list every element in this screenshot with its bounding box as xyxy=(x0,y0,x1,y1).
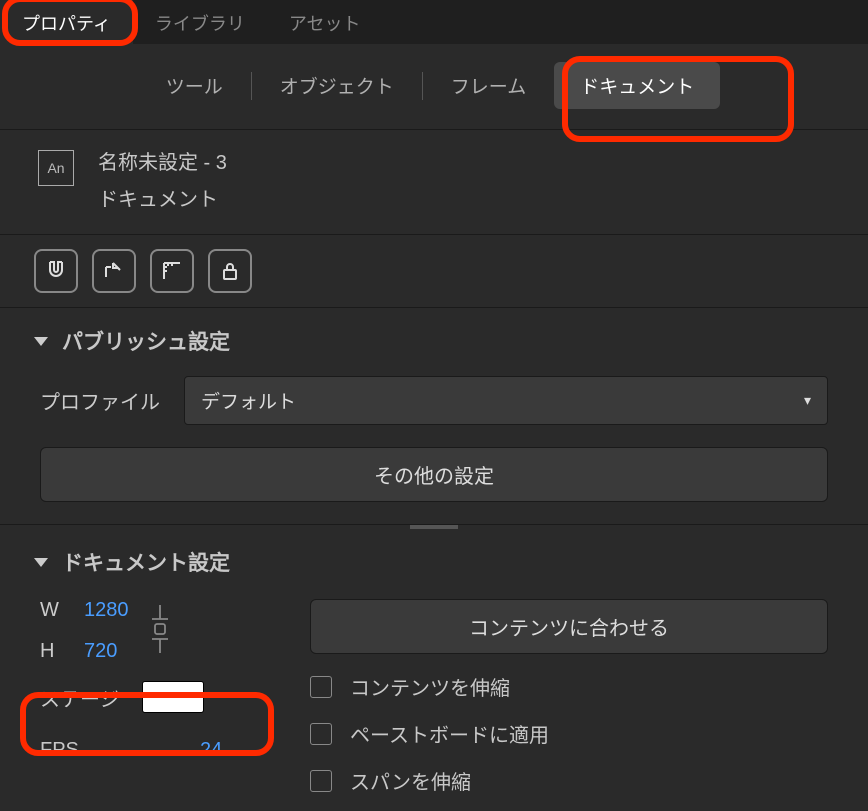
doc-settings-title: ドキュメント設定 xyxy=(62,547,230,577)
subtab-document[interactable]: ドキュメント xyxy=(554,62,720,109)
subtab-object[interactable]: オブジェクト xyxy=(262,64,412,107)
subtab-frame[interactable]: フレーム xyxy=(433,64,544,107)
chevron-down-icon xyxy=(34,558,48,567)
apply-pasteboard-label: ペーストボードに適用 xyxy=(350,719,549,748)
link-dimensions-button[interactable] xyxy=(146,601,174,662)
height-label: H xyxy=(40,640,64,663)
tab-assets[interactable]: アセット xyxy=(267,0,383,44)
apply-pasteboard-checkbox[interactable] xyxy=(310,723,332,745)
stage-label: ステージ xyxy=(40,683,120,712)
profile-select[interactable]: デフォルト ▾ xyxy=(184,376,828,425)
document-info: An 名称未設定 - 3 ドキュメント xyxy=(0,130,868,235)
edit-multiple-frames-button[interactable] xyxy=(92,249,136,293)
scale-span-label: スパンを伸縮 xyxy=(350,766,471,795)
tab-properties[interactable]: プロパティ xyxy=(0,0,133,44)
document-name: 名称未設定 - 3 xyxy=(98,146,227,175)
subtab-bar: ツール オブジェクト フレーム ドキュメント xyxy=(0,44,868,130)
broken-link-icon xyxy=(146,601,174,657)
divider xyxy=(251,72,252,100)
fps-input[interactable]: 24 xyxy=(200,739,222,762)
more-settings-button[interactable]: その他の設定 xyxy=(40,447,828,502)
document-type: ドキュメント xyxy=(98,183,227,212)
scale-span-checkbox[interactable] xyxy=(310,770,332,792)
fit-to-content-button[interactable]: コンテンツに合わせる xyxy=(310,599,828,654)
ruler-icon xyxy=(160,259,184,283)
doc-settings-header[interactable]: ドキュメント設定 xyxy=(0,529,868,591)
profile-value: デフォルト xyxy=(201,387,296,414)
animate-app-icon: An xyxy=(38,150,74,186)
stage-color-swatch[interactable] xyxy=(142,681,204,713)
fps-label: FPS xyxy=(40,739,88,762)
profile-label: プロファイル xyxy=(40,386,170,415)
publish-header[interactable]: パブリッシュ設定 xyxy=(0,308,868,370)
width-input[interactable]: 1280 xyxy=(84,599,136,622)
height-input[interactable]: 720 xyxy=(84,640,136,663)
scale-content-checkbox[interactable] xyxy=(310,676,332,698)
doc-settings-section: ドキュメント設定 W 1280 H 720 xyxy=(0,529,868,811)
doc-options-column: コンテンツに合わせる コンテンツを伸縮 ペーストボードに適用 スパンを伸縮 xyxy=(310,599,828,795)
document-titles: 名称未設定 - 3 ドキュメント xyxy=(98,146,227,212)
panel-tabs: プロパティ ライブラリ アセット xyxy=(0,0,868,44)
chevron-down-icon: ▾ xyxy=(804,392,811,409)
width-label: W xyxy=(40,599,64,622)
magnet-icon xyxy=(44,259,68,283)
quick-tool-row xyxy=(0,235,868,308)
scale-content-label: コンテンツを伸縮 xyxy=(350,672,510,701)
subtab-tool[interactable]: ツール xyxy=(148,64,241,107)
divider xyxy=(422,72,423,100)
ruler-button[interactable] xyxy=(150,249,194,293)
lock-icon xyxy=(218,259,242,283)
tab-library[interactable]: ライブラリ xyxy=(133,0,267,44)
publish-section: パブリッシュ設定 プロファイル デフォルト ▾ その他の設定 xyxy=(0,308,868,525)
dimension-column: W 1280 H 720 ステージ xyxy=(40,599,290,795)
publish-title: パブリッシュ設定 xyxy=(62,326,230,356)
chevron-down-icon xyxy=(34,337,48,346)
lock-button[interactable] xyxy=(208,249,252,293)
edit-frames-icon xyxy=(102,259,126,283)
snap-magnet-button[interactable] xyxy=(34,249,78,293)
